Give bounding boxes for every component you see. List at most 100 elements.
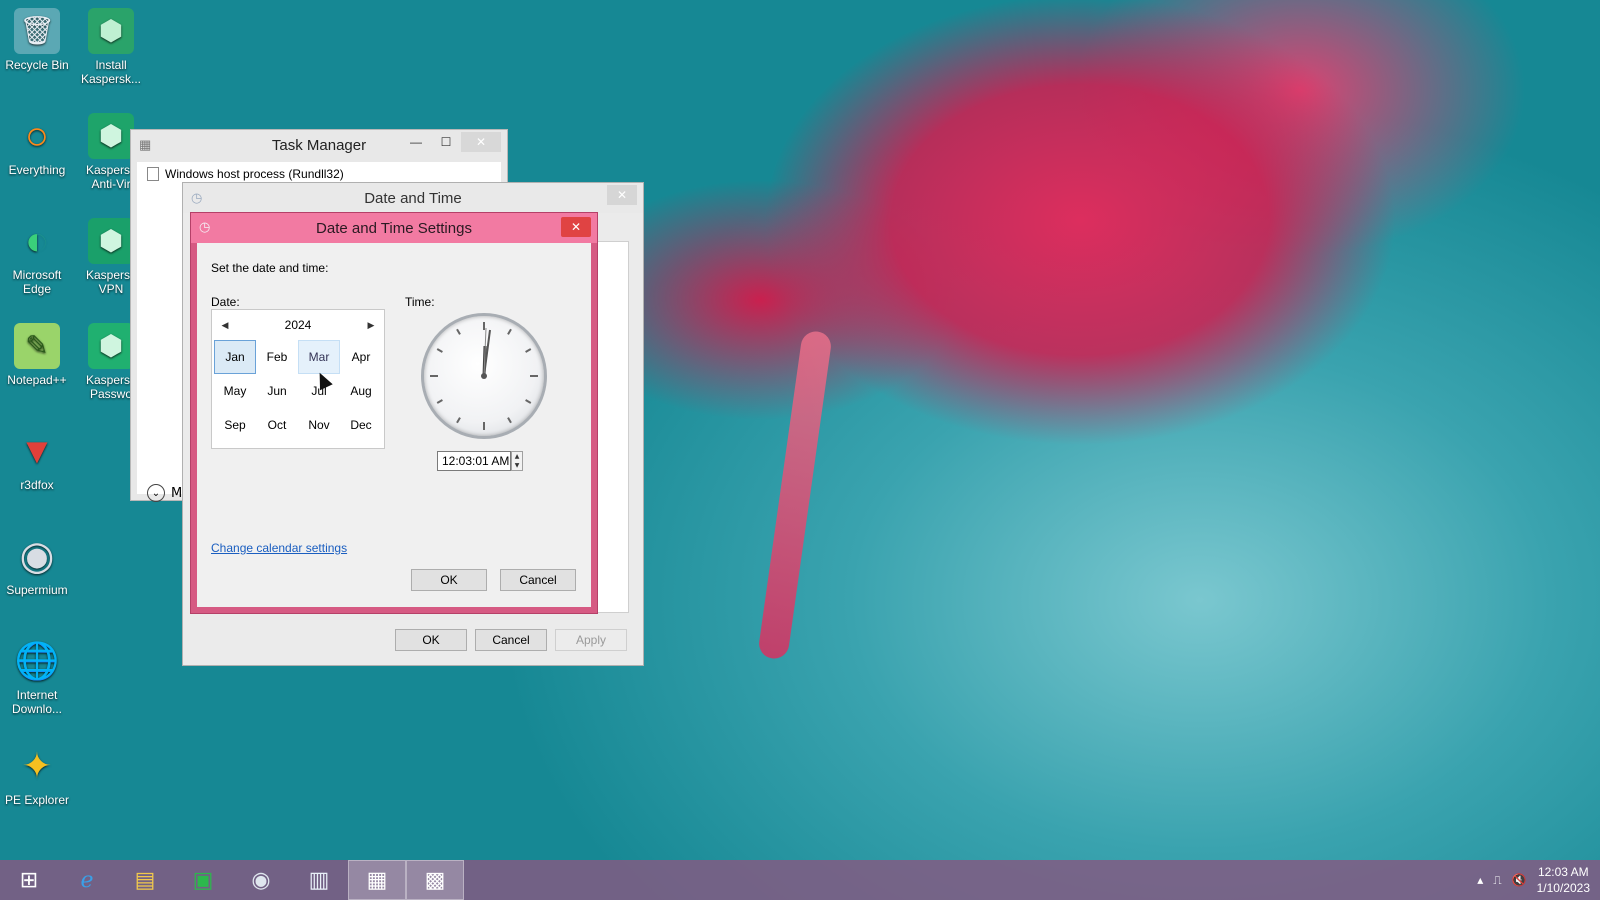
store-icon: ▣ — [192, 867, 214, 893]
taskbar-app-window[interactable]: ▥ — [290, 860, 348, 900]
close-button[interactable]: ✕ — [561, 217, 591, 237]
previous-year-icon[interactable]: ◀ — [218, 320, 232, 331]
taskbar-task-manager[interactable]: ▦ — [348, 860, 406, 900]
cancel-button[interactable]: Cancel — [475, 629, 547, 651]
install-kaspersky-shortcut[interactable]: ⬢ Install Kaspersk... — [74, 8, 148, 86]
notepad-icon: ✎ — [14, 323, 60, 369]
taskbar-date-time[interactable]: ▩ — [406, 860, 464, 900]
calendar-year[interactable]: 2024 — [285, 318, 312, 332]
spin-down-icon[interactable]: ▼ — [512, 461, 522, 470]
recycle-bin-icon: 🗑 — [14, 8, 60, 54]
start-button[interactable]: ⊞ — [0, 860, 58, 900]
r3dfox-shortcut[interactable]: ▼ r3dfox — [0, 428, 74, 493]
month-nov[interactable]: Nov — [298, 408, 340, 442]
date-and-time-title: Date and Time — [364, 189, 462, 207]
process-icon — [147, 167, 159, 181]
desktop-icon-label: r3dfox — [20, 478, 54, 492]
process-name: Windows host process (Rundll32) — [165, 167, 344, 181]
task-manager-titlebar[interactable]: ▦ Task Manager — ☐ ✕ — [131, 130, 507, 160]
show-hidden-icons-icon[interactable]: ▴ — [1477, 873, 1483, 887]
cancel-button[interactable]: Cancel — [500, 569, 576, 591]
taskbar-time: 12:03 AM — [1537, 865, 1589, 879]
calendar-header: ◀ 2024 ▶ — [212, 310, 384, 340]
everything-icon: ○ — [24, 114, 50, 158]
month-grid: Jan Feb Mar Apr May Jun Jul Aug Sep Oct … — [212, 340, 384, 442]
taskbar-file-explorer[interactable]: ▤ — [116, 860, 174, 900]
desktop-icon-label: Internet Downlo... — [11, 688, 63, 716]
date-time-settings-title: Date and Time Settings — [316, 219, 472, 237]
system-tray: ▴ ⎍ 🔇 12:03 AM 1/10/2023 — [1477, 860, 1590, 900]
month-dec[interactable]: Dec — [340, 408, 382, 442]
desktop-icon-label: Install Kaspersk... — [80, 58, 142, 86]
close-button[interactable]: ✕ — [461, 132, 501, 152]
date-label: Date: — [211, 295, 240, 309]
calendar-control: ◀ 2024 ▶ Jan Feb Mar Apr May Jun Jul Aug… — [211, 309, 385, 449]
window-icon: ▥ — [308, 867, 330, 893]
desktop-icon-label: Everything — [8, 163, 66, 177]
month-may[interactable]: May — [214, 374, 256, 408]
wallpaper-flower — [757, 329, 833, 661]
supermium-shortcut[interactable]: ◉ Supermium — [0, 533, 74, 597]
month-aug[interactable]: Aug — [340, 374, 382, 408]
internet-download-manager-shortcut[interactable]: 🌐 Internet Downlo... — [0, 638, 74, 717]
network-icon[interactable]: ⎍ — [1493, 873, 1501, 888]
kaspersky-vpn-icon: ⬢ — [88, 218, 134, 264]
date-time-settings-titlebar[interactable]: ◷ Date and Time Settings ✕ — [191, 213, 597, 243]
time-spinner[interactable]: ▲ ▼ — [511, 451, 523, 471]
maximize-button[interactable]: ☐ — [431, 132, 461, 152]
next-year-icon[interactable]: ▶ — [364, 320, 378, 331]
folder-icon: ▤ — [134, 867, 156, 893]
desktop-icon-label: Microsoft Edge — [12, 268, 62, 296]
apply-button[interactable]: Apply — [555, 629, 627, 651]
edge-icon: ◐ — [24, 219, 50, 263]
change-calendar-settings-link[interactable]: Change calendar settings — [211, 541, 347, 555]
calendar-clock-icon: ▩ — [424, 867, 446, 893]
ok-button[interactable]: OK — [395, 629, 467, 651]
minimize-button[interactable]: — — [401, 132, 431, 152]
spin-up-icon[interactable]: ▲ — [512, 452, 522, 461]
taskbar-clock[interactable]: 12:03 AM 1/10/2023 — [1537, 864, 1590, 896]
taskbar-store[interactable]: ▣ — [174, 860, 232, 900]
clock-face — [430, 322, 538, 430]
kaspersky-password-icon: ⬢ — [88, 323, 134, 369]
everything-shortcut[interactable]: ○ Everything — [0, 113, 74, 177]
month-sep[interactable]: Sep — [214, 408, 256, 442]
date-time-settings-dialog: ◷ Date and Time Settings ✕ Set the date … — [190, 212, 598, 614]
more-details-toggle[interactable]: ⌄ M — [147, 484, 182, 502]
taskbar: ⊞ ℯ ▤ ▣ ◉ ▥ ▦ ▩ ▴ ⎍ 🔇 12:03 AM 1/10/2023 — [0, 860, 1600, 900]
instruction-text: Set the date and time: — [211, 261, 329, 275]
month-feb[interactable]: Feb — [256, 340, 298, 374]
analog-clock — [421, 313, 547, 439]
supermium-icon: ◉ — [251, 867, 271, 893]
desktop-icon-label: PE Explorer — [4, 793, 70, 807]
desktop-icon-label: Notepad++ — [7, 373, 67, 387]
taskbar-internet-explorer[interactable]: ℯ — [58, 860, 116, 900]
internet-explorer-icon: ℯ — [80, 867, 94, 893]
calendar-clock-icon: ◷ — [199, 219, 211, 234]
desktop-icon-label: Recycle Bin — [5, 58, 69, 72]
close-button[interactable]: ✕ — [607, 185, 637, 205]
notepad-plus-plus-shortcut[interactable]: ✎ Notepad++ — [0, 323, 74, 387]
volume-muted-icon[interactable]: 🔇 — [1512, 873, 1527, 887]
month-jan[interactable]: Jan — [214, 340, 256, 374]
taskbar-supermium[interactable]: ◉ — [232, 860, 290, 900]
desktop-icon-label: Supermium — [6, 583, 68, 597]
taskbar-date: 1/10/2023 — [1536, 881, 1590, 895]
pe-explorer-icon: ✦ — [21, 745, 53, 786]
ok-button[interactable]: OK — [411, 569, 487, 591]
time-input[interactable]: 12:03:01 AM — [437, 451, 511, 471]
chevron-down-icon: ⌄ — [147, 484, 165, 502]
more-details-label: M — [171, 485, 183, 501]
internet-download-manager-icon: 🌐 — [14, 640, 60, 681]
recycle-bin-shortcut[interactable]: 🗑 Recycle Bin — [0, 8, 74, 72]
month-oct[interactable]: Oct — [256, 408, 298, 442]
date-and-time-titlebar[interactable]: ◷ Date and Time ✕ — [183, 183, 643, 213]
month-jun[interactable]: Jun — [256, 374, 298, 408]
month-apr[interactable]: Apr — [340, 340, 382, 374]
microsoft-edge-shortcut[interactable]: ◐ Microsoft Edge — [0, 218, 74, 296]
time-label: Time: — [405, 295, 435, 309]
month-mar[interactable]: Mar — [298, 340, 340, 374]
process-row[interactable]: Windows host process (Rundll32) — [147, 167, 344, 181]
date-time-settings-body: Set the date and time: Date: Time: ◀ 202… — [197, 243, 591, 607]
pe-explorer-shortcut[interactable]: ✦ PE Explorer — [0, 743, 74, 808]
